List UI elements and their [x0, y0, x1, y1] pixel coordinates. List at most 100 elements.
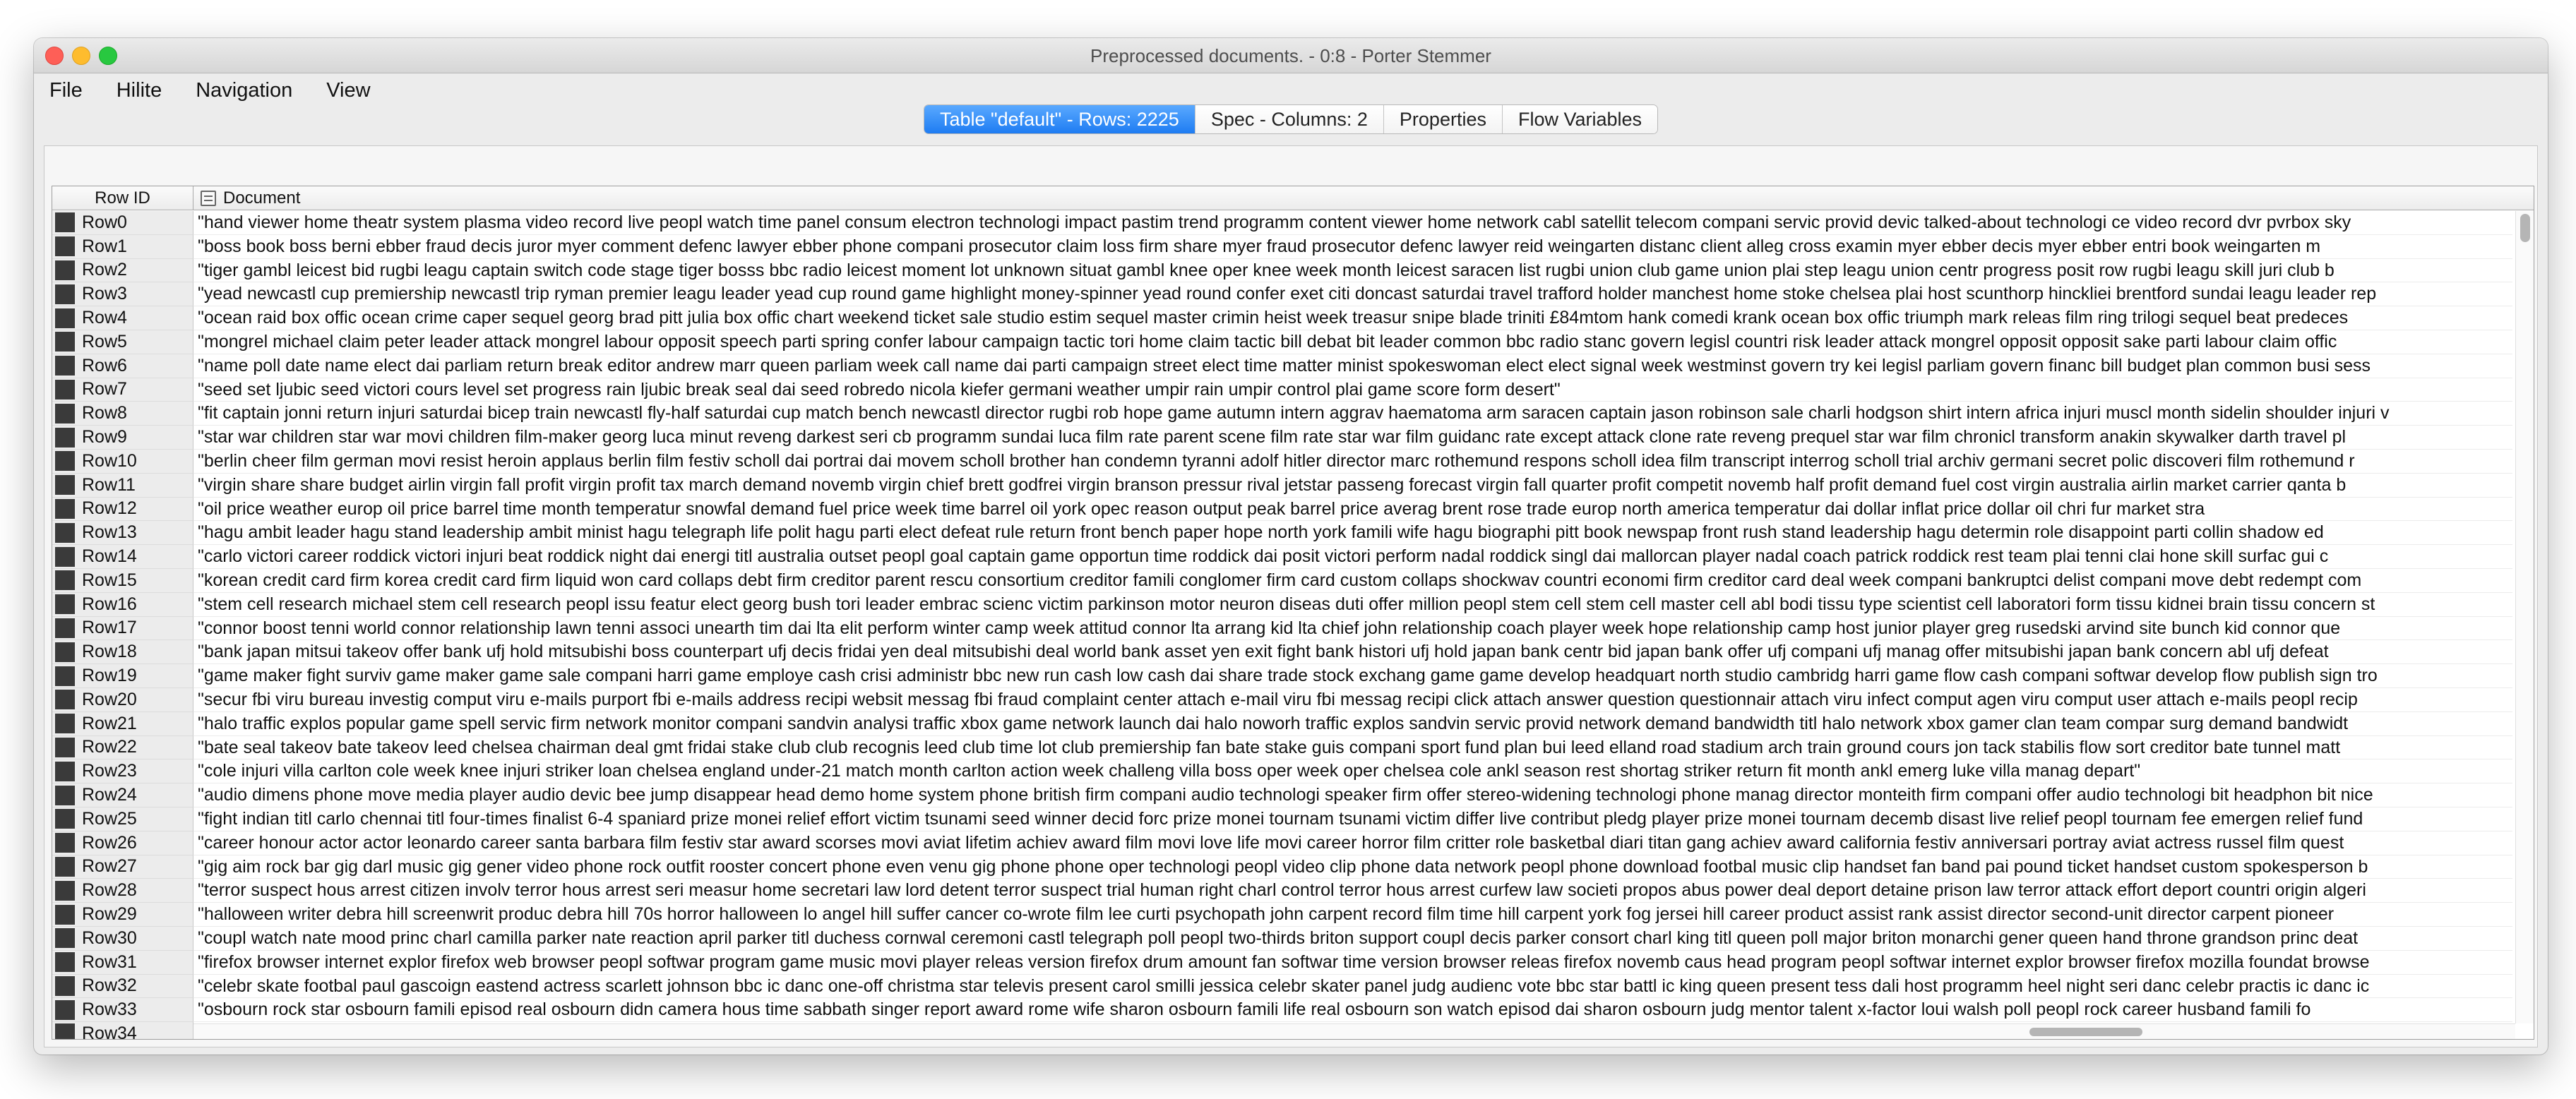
- document-cell[interactable]: "ocean raid box offic ocean crime caper …: [193, 306, 2512, 330]
- table-row[interactable]: Row16 "stem cell research michael stem ce…: [52, 592, 2534, 617]
- row-id-cell[interactable]: Row21: [52, 711, 193, 736]
- table-row[interactable]: Row9 "star war children star war movi chi…: [52, 426, 2534, 450]
- row-id-cell[interactable]: Row22: [52, 735, 193, 760]
- horizontal-scrollbar[interactable]: [193, 1023, 2515, 1039]
- document-cell[interactable]: "fit captain jonni return injuri saturda…: [193, 402, 2512, 426]
- table-row[interactable]: Row8 "fit captain jonni return injuri sat…: [52, 402, 2534, 426]
- row-id-cell[interactable]: Row15: [52, 568, 193, 593]
- table-row[interactable]: Row19 "game maker fight surviv game maker…: [52, 664, 2534, 688]
- document-cell[interactable]: "halo traffic explos popular game spell …: [193, 712, 2512, 736]
- row-id-cell[interactable]: Row0: [52, 211, 193, 235]
- document-cell[interactable]: "korean credit card firm korea credit ca…: [193, 569, 2512, 593]
- document-cell[interactable]: "oil price weather europ oil price barre…: [193, 498, 2512, 522]
- table-row[interactable]: Row7 "seed set ljubic seed victori cours …: [52, 378, 2534, 402]
- table-row[interactable]: Row23 "cole injuri villa carlton cole wee…: [52, 759, 2534, 784]
- horizontal-scroll-thumb[interactable]: [2029, 1028, 2142, 1036]
- row-id-cell[interactable]: Row8: [52, 402, 193, 426]
- document-cell[interactable]: "name poll date name elect dai parliam r…: [193, 354, 2512, 378]
- document-cell[interactable]: "boss book boss berni ebber fraud decis …: [193, 235, 2512, 259]
- row-id-cell[interactable]: Row13: [52, 521, 193, 546]
- row-id-cell[interactable]: Row4: [52, 306, 193, 330]
- table-row[interactable]: Row14 "carlo victori career roddick victo…: [52, 545, 2534, 569]
- row-id-cell[interactable]: Row33: [52, 998, 193, 1023]
- table-row[interactable]: Row26 "career honour actor actor leonardo…: [52, 831, 2534, 855]
- table-row[interactable]: Row22 "bate seal takeov bate takeov leed …: [52, 735, 2534, 760]
- vertical-scrollbar[interactable]: [2515, 211, 2534, 1023]
- document-cell[interactable]: "fight indian titl carlo chennai titl fo…: [193, 807, 2512, 831]
- document-cell[interactable]: "virgin share share budget airlin virgin…: [193, 474, 2512, 498]
- row-id-cell[interactable]: Row12: [52, 497, 193, 522]
- table-row[interactable]: Row13 "hagu ambit leader hagu stand leade…: [52, 521, 2534, 546]
- row-id-cell[interactable]: Row9: [52, 426, 193, 450]
- tab-properties[interactable]: Properties: [1383, 105, 1502, 133]
- row-id-cell[interactable]: Row6: [52, 354, 193, 378]
- table-row[interactable]: Row31 "firefox browser internet explor fi…: [52, 950, 2534, 975]
- document-cell[interactable]: "firefox browser internet explor firefox…: [193, 951, 2512, 975]
- table-row[interactable]: Row3 "yead newcastl cup premiership newca…: [52, 282, 2534, 307]
- tab-table[interactable]: Table "default" - Rows: 2225: [924, 105, 1195, 133]
- table-row[interactable]: Row5 "mongrel michael claim peter leader …: [52, 330, 2534, 354]
- table-row[interactable]: Row21 "halo traffic explos popular game s…: [52, 711, 2534, 736]
- table-row[interactable]: Row10 "berlin cheer film german movi resi…: [52, 449, 2534, 474]
- document-cell[interactable]: "connor boost tenni world connor relatio…: [193, 617, 2512, 641]
- document-cell[interactable]: "seed set ljubic seed victori cours leve…: [193, 378, 2512, 402]
- table-row[interactable]: Row0 "hand viewer home theatr system plas…: [52, 211, 2534, 235]
- table-row[interactable]: Row1 "boss book boss berni ebber fraud de…: [52, 234, 2534, 259]
- row-id-cell[interactable]: Row27: [52, 855, 193, 879]
- row-id-cell[interactable]: Row32: [52, 974, 193, 999]
- document-cell[interactable]: "stem cell research michael stem cell re…: [193, 593, 2512, 617]
- document-cell[interactable]: "carlo victori career roddick victori in…: [193, 545, 2512, 569]
- document-cell[interactable]: "game maker fight surviv game maker game…: [193, 664, 2512, 688]
- document-cell[interactable]: "tiger gambl leicest bid rugbi leagu cap…: [193, 259, 2512, 283]
- document-cell[interactable]: "secur fbi viru bureau investig comput v…: [193, 688, 2512, 712]
- document-cell[interactable]: "hagu ambit leader hagu stand leadership…: [193, 521, 2512, 546]
- document-cell[interactable]: "coupl watch nate mood princ charl camil…: [193, 927, 2512, 951]
- vertical-scroll-thumb[interactable]: [2520, 214, 2530, 242]
- document-cell[interactable]: "bate seal takeov bate takeov leed chels…: [193, 736, 2512, 760]
- row-id-cell[interactable]: Row5: [52, 330, 193, 354]
- menu-hilite[interactable]: Hilite: [117, 79, 162, 102]
- row-id-cell[interactable]: Row34: [52, 1022, 193, 1039]
- row-id-cell[interactable]: Row16: [52, 592, 193, 617]
- document-cell[interactable]: "audio dimens phone move media player au…: [193, 783, 2512, 807]
- row-id-cell[interactable]: Row19: [52, 664, 193, 688]
- table-row[interactable]: Row2 "tiger gambl leicest bid rugbi leagu…: [52, 258, 2534, 283]
- document-cell[interactable]: "celebr skate footbal paul gascoign east…: [193, 975, 2512, 999]
- table-row[interactable]: Row20 "secur fbi viru bureau investig com…: [52, 687, 2534, 712]
- row-id-cell[interactable]: Row26: [52, 831, 193, 855]
- table-row[interactable]: Row27 "gig aim rock bar gig darl music gi…: [52, 855, 2534, 879]
- table-row[interactable]: Row32 "celebr skate footbal paul gascoign…: [52, 974, 2534, 999]
- tab-spec[interactable]: Spec - Columns: 2: [1194, 105, 1383, 133]
- table-row[interactable]: Row24 "audio dimens phone move media play…: [52, 783, 2534, 807]
- table-row[interactable]: Row33 "osbourn rock star osbourn famili e…: [52, 998, 2534, 1023]
- document-cell[interactable]: "gig aim rock bar gig darl music gig gen…: [193, 855, 2512, 879]
- row-id-cell[interactable]: Row31: [52, 950, 193, 975]
- row-id-cell[interactable]: Row30: [52, 926, 193, 951]
- row-id-cell[interactable]: Row7: [52, 378, 193, 402]
- row-id-cell[interactable]: Row23: [52, 759, 193, 784]
- document-cell[interactable]: "osbourn rock star osbourn famili episod…: [193, 998, 2512, 1023]
- table-row[interactable]: Row30 "coupl watch nate mood princ charl …: [52, 926, 2534, 951]
- row-id-cell[interactable]: Row3: [52, 282, 193, 307]
- document-cell[interactable]: "star war children star war movi childre…: [193, 426, 2512, 450]
- table-row[interactable]: Row11 "virgin share share budget airlin v…: [52, 473, 2534, 498]
- document-cell[interactable]: "career honour actor actor leonardo care…: [193, 831, 2512, 855]
- row-id-cell[interactable]: Row20: [52, 687, 193, 712]
- row-id-cell[interactable]: Row17: [52, 616, 193, 641]
- menu-file[interactable]: File: [49, 79, 83, 102]
- row-id-cell[interactable]: Row10: [52, 449, 193, 474]
- row-id-cell[interactable]: Row1: [52, 234, 193, 259]
- row-id-cell[interactable]: Row11: [52, 473, 193, 498]
- row-id-cell[interactable]: Row14: [52, 545, 193, 569]
- table-row[interactable]: Row25 "fight indian titl carlo chennai ti…: [52, 807, 2534, 831]
- table-row[interactable]: Row12 "oil price weather europ oil price …: [52, 497, 2534, 522]
- document-cell[interactable]: "cole injuri villa carlton cole week kne…: [193, 759, 2512, 784]
- table-row[interactable]: Row28 "terror suspect hous arrest citizen…: [52, 879, 2534, 903]
- document-cell[interactable]: "yead newcastl cup premiership newcastl …: [193, 282, 2512, 307]
- document-cell[interactable]: "halloween writer debra hill screenwrit …: [193, 903, 2512, 927]
- menu-view[interactable]: View: [326, 79, 370, 102]
- document-cell[interactable]: "bank japan mitsui takeov offer bank ufj…: [193, 640, 2512, 665]
- row-id-cell[interactable]: Row28: [52, 879, 193, 903]
- row-id-cell[interactable]: Row18: [52, 640, 193, 665]
- row-id-cell[interactable]: Row24: [52, 783, 193, 807]
